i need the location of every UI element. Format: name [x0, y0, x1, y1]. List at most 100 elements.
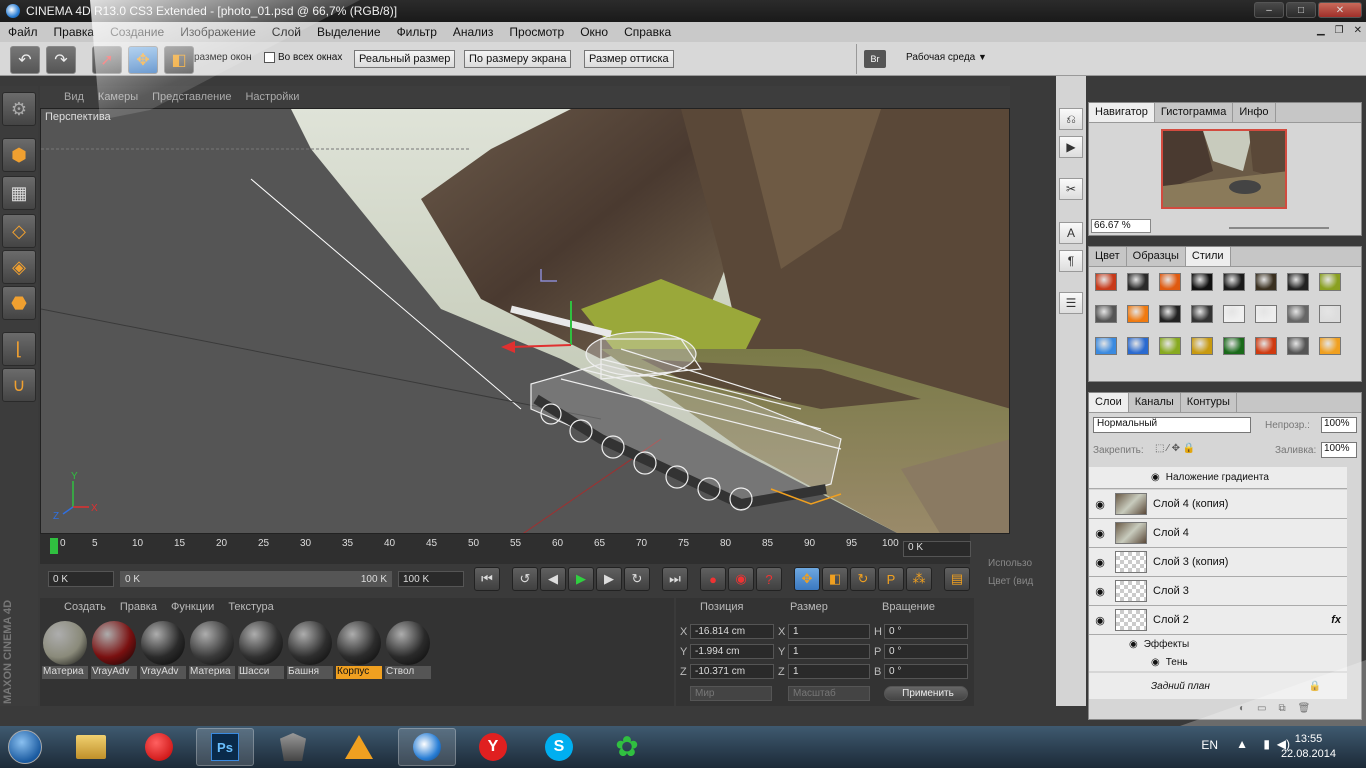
model-mode-icon[interactable]: ⬢	[2, 138, 36, 172]
material-item[interactable]: Ствол	[385, 620, 431, 679]
mat-menu-create[interactable]: Создать	[64, 601, 106, 613]
history-icon[interactable]: ⎌	[1059, 108, 1083, 130]
viewport-menu-options[interactable]: Настройки	[245, 91, 299, 103]
eye-icon[interactable]: ◉	[1089, 614, 1111, 627]
magnet-icon[interactable]: ∪	[2, 368, 36, 402]
key-pla-icon[interactable]: ⁂	[906, 567, 932, 591]
material-item[interactable]: Материа	[189, 620, 235, 679]
eye-icon[interactable]: ◉	[1089, 556, 1111, 569]
play-icon[interactable]: ▶	[568, 567, 594, 591]
tray-arrow-icon[interactable]: ▲	[1236, 737, 1248, 751]
rot-b-field[interactable]: 0 °	[884, 664, 968, 679]
fx-badge[interactable]: fx	[1331, 614, 1341, 626]
rot-h-field[interactable]: 0 °	[884, 624, 968, 639]
style-swatch[interactable]	[1159, 337, 1181, 355]
eye-icon[interactable]: ◉	[1089, 585, 1111, 598]
skype-task[interactable]: S	[530, 728, 588, 766]
points-mode-icon[interactable]: ◇	[2, 214, 36, 248]
record-key-icon[interactable]: ●	[700, 567, 726, 591]
style-swatch[interactable]	[1127, 305, 1149, 323]
new-group-icon[interactable]: ▭	[1257, 703, 1266, 714]
layer-row[interactable]: ◉ Слой 3	[1089, 577, 1347, 606]
style-swatch[interactable]	[1191, 305, 1213, 323]
go-to-start-icon[interactable]: ⏮	[474, 567, 500, 591]
eye-icon[interactable]: ◉	[1151, 472, 1160, 483]
viewport-menu-display[interactable]: Представление	[152, 91, 231, 103]
style-swatch[interactable]	[1159, 273, 1181, 291]
style-swatch[interactable]	[1223, 273, 1245, 291]
pos-x-field[interactable]: -16.814 cm	[690, 624, 774, 639]
style-swatch[interactable]	[1287, 337, 1309, 355]
layer-row[interactable]: ◉ Слой 4 (копия)	[1089, 490, 1347, 519]
tab-styles[interactable]: Стили	[1185, 247, 1231, 266]
doc-close-icon[interactable]: ✕	[1354, 25, 1362, 36]
background-layer-row[interactable]: Задний план 🔒	[1089, 673, 1347, 699]
shadow-row[interactable]: ◉ Тень	[1089, 653, 1347, 671]
adjustment-layer-icon[interactable]: ◐	[1239, 703, 1245, 714]
style-swatch[interactable]	[1255, 273, 1277, 291]
style-swatch[interactable]	[1255, 305, 1277, 323]
world-of-tanks-task[interactable]	[264, 728, 322, 766]
tools-presets-icon[interactable]: ✂	[1059, 178, 1083, 200]
effects-row[interactable]: ◉ Эффекты	[1089, 635, 1347, 653]
new-layer-icon[interactable]: ⧉	[1279, 703, 1286, 714]
minimize-button[interactable]: –	[1254, 2, 1284, 18]
tab-color[interactable]: Цвет	[1089, 247, 1127, 266]
timeline[interactable]: 0 5 10 15 20 25 30 35 40 45 50 55 60 65 …	[40, 534, 970, 564]
go-to-end-icon[interactable]: ⏭	[662, 567, 688, 591]
keyframe-selection-icon[interactable]: ?	[756, 567, 782, 591]
key-scale-icon[interactable]: ◧	[822, 567, 848, 591]
key-param-icon[interactable]: P	[878, 567, 904, 591]
menu-edit[interactable]: Правка	[46, 25, 103, 39]
cinema4d-task[interactable]	[398, 728, 456, 766]
material-item[interactable]: VrayAdv	[140, 620, 186, 679]
network-icon[interactable]: ▮	[1263, 737, 1270, 751]
all-windows-checkbox[interactable]	[264, 52, 275, 63]
size-mode-dropdown[interactable]: Масштаб	[788, 686, 870, 701]
style-swatch[interactable]	[1319, 305, 1341, 323]
tab-histogram[interactable]: Гистограмма	[1155, 103, 1234, 122]
material-item[interactable]: Материа	[42, 620, 88, 679]
menu-image[interactable]: Изображение	[172, 25, 264, 39]
size-z-field[interactable]: 1	[788, 664, 870, 679]
material-item[interactable]: Шасси	[238, 620, 284, 679]
maximize-button[interactable]: □	[1286, 2, 1316, 18]
menu-select[interactable]: Выделение	[309, 25, 389, 39]
eye-icon[interactable]: ◉	[1089, 527, 1111, 540]
yandex-browser-task[interactable]: Y	[464, 728, 522, 766]
mat-menu-edit[interactable]: Правка	[120, 601, 157, 613]
eye-icon[interactable]: ◉	[1129, 639, 1138, 650]
actions-icon[interactable]: ▶	[1059, 136, 1083, 158]
menu-window[interactable]: Окно	[572, 25, 616, 39]
menu-filter[interactable]: Фильтр	[389, 25, 445, 39]
notes-icon[interactable]: ☰	[1059, 292, 1083, 314]
layer-row[interactable]: ◉ Слой 3 (копия)	[1089, 548, 1347, 577]
material-item[interactable]: Башня	[287, 620, 333, 679]
current-frame-field[interactable]: 0 K	[903, 541, 971, 557]
opacity-field[interactable]: 100%	[1321, 417, 1357, 433]
menu-create[interactable]: Создание	[102, 25, 172, 39]
zoom-slider[interactable]	[1229, 227, 1329, 229]
axis-mode-icon[interactable]: ⌊	[2, 332, 36, 366]
eye-icon[interactable]: ◉	[1151, 657, 1160, 668]
material-item[interactable]: VrayAdv	[91, 620, 137, 679]
style-swatch[interactable]	[1191, 273, 1213, 291]
menu-layer[interactable]: Слой	[264, 25, 309, 39]
style-swatch[interactable]	[1287, 305, 1309, 323]
navigator-zoom-field[interactable]: 66.67 %	[1091, 219, 1151, 233]
layer-row[interactable]: ◉ Слой 4	[1089, 519, 1347, 548]
size-y-field[interactable]: 1	[788, 644, 870, 659]
rot-p-field[interactable]: 0 °	[884, 644, 968, 659]
coord-mode-dropdown[interactable]: Мир	[690, 686, 772, 701]
mat-menu-texture[interactable]: Текстура	[228, 601, 273, 613]
tab-info[interactable]: Инфо	[1233, 103, 1276, 122]
prev-frame-icon[interactable]: ◀	[540, 567, 566, 591]
tab-swatches[interactable]: Образцы	[1127, 247, 1186, 266]
character-icon[interactable]: A	[1059, 222, 1083, 244]
select-tool-icon[interactable]: ➚	[92, 46, 122, 74]
viewport-menu-view[interactable]: Вид	[64, 91, 84, 103]
start-frame-field[interactable]: 0 K	[48, 571, 114, 587]
key-position-icon[interactable]: ✥	[794, 567, 820, 591]
style-swatch[interactable]	[1127, 273, 1149, 291]
pos-z-field[interactable]: -10.371 cm	[690, 664, 774, 679]
